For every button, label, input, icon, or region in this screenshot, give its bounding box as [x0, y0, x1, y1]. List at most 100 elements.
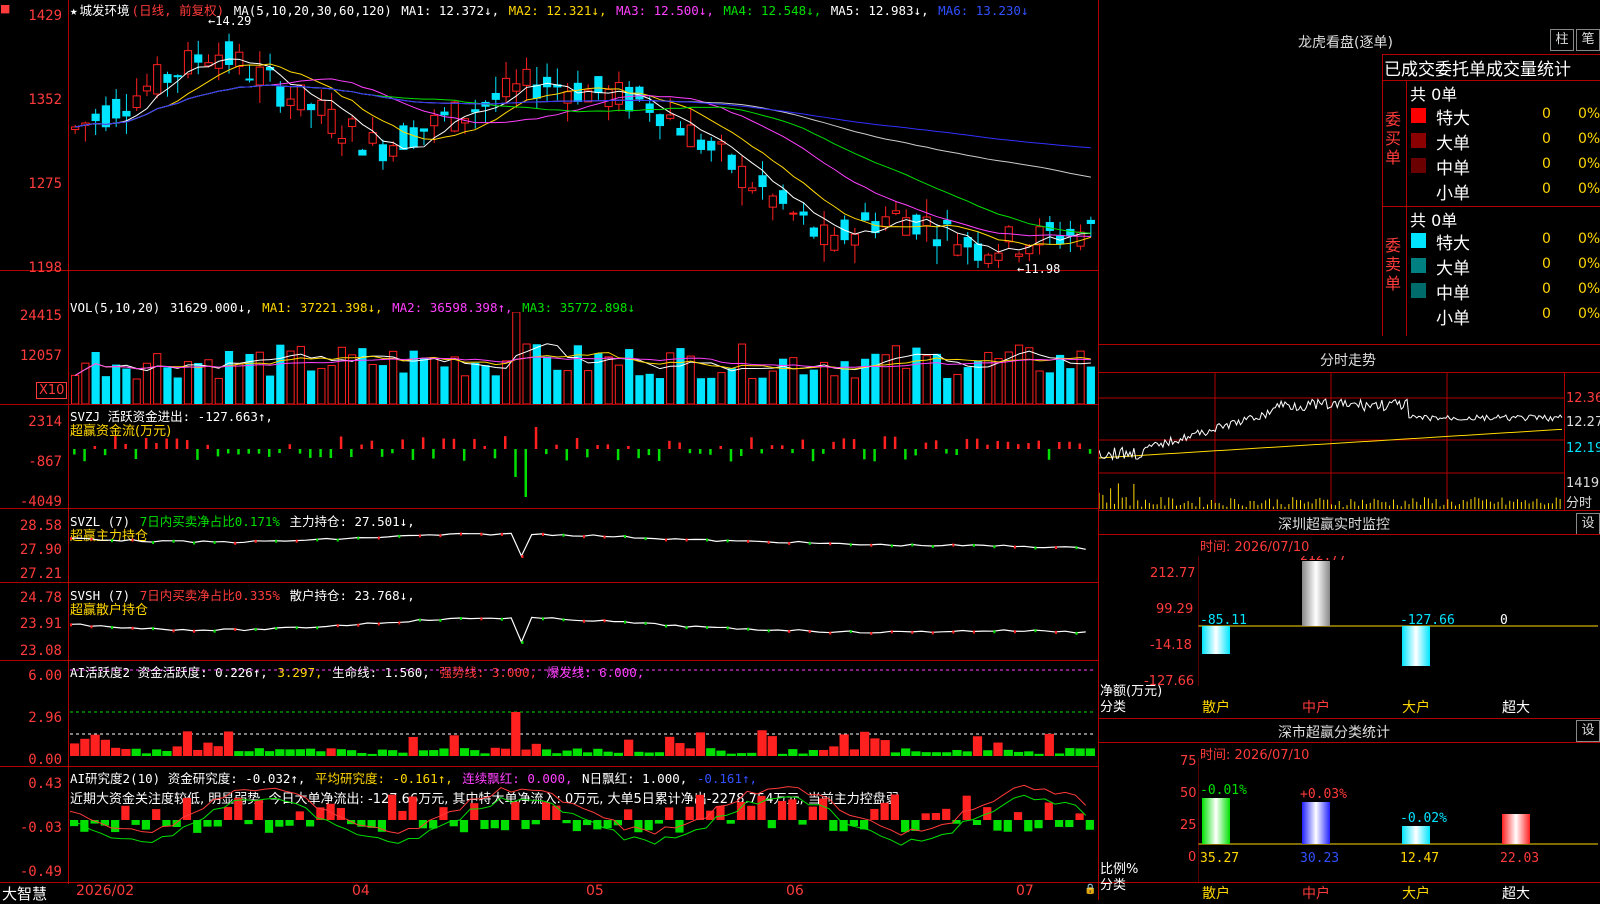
flow-bar [329, 449, 333, 459]
size-percent: 0% [1578, 281, 1600, 297]
ai1-y-label: 0.00 [28, 752, 62, 768]
holding-tick [254, 539, 257, 543]
monitor-bar-chart[interactable]: -85.11 212.77 -127.66 0 [1198, 556, 1600, 686]
flow-bar [350, 449, 353, 458]
activity-bar [993, 742, 1003, 756]
activity-bar [131, 748, 141, 756]
holding-tick [583, 619, 585, 623]
activity-bar [439, 748, 449, 756]
research-bar [275, 820, 284, 827]
ma-line [75, 84, 1091, 149]
candle-body [286, 98, 295, 106]
research-bar [388, 794, 397, 820]
research-bar [223, 806, 233, 820]
stats-category-caption: 分类 [1100, 878, 1127, 893]
flow-bar [206, 444, 209, 449]
sell-side-label: 委卖单 [1385, 236, 1402, 293]
flow-bar [627, 445, 630, 449]
holding-tick [193, 541, 196, 545]
size-swatch [1411, 183, 1426, 198]
ai1-activity-chart[interactable] [70, 662, 1096, 764]
volume-bar [994, 358, 1003, 404]
volume-bar [604, 356, 613, 404]
stats-settings-button[interactable]: 设 [1576, 720, 1600, 742]
intraday-chart[interactable] [1099, 373, 1564, 509]
activity-bar [295, 749, 305, 756]
volume-bar [430, 357, 439, 404]
candle-body [799, 211, 808, 216]
flow-bar [432, 449, 435, 459]
x-axis-label: 2026/02 [76, 883, 135, 899]
flow-bar [493, 449, 497, 459]
stats-bar [1402, 826, 1430, 844]
activity-bar [654, 752, 665, 756]
bar-view-button[interactable]: 柱 [1550, 29, 1574, 51]
svzj-flow-chart[interactable] [70, 406, 1096, 506]
volume-bar [820, 361, 829, 404]
svzj-y-label: 2314 [28, 414, 62, 430]
volume-bar [1055, 354, 1065, 404]
holding-tick [767, 540, 770, 544]
flow-bar [945, 449, 948, 454]
monitor-settings-button[interactable]: 设 [1576, 513, 1600, 535]
flow-bar [739, 449, 743, 457]
activity-bar [531, 743, 541, 756]
svzl-holding-line[interactable] [70, 510, 1096, 580]
holding-tick [685, 626, 688, 630]
stats-bar-chart[interactable]: -0.01% +0.03% -0.02% 35.27 30.23 12.47 22.03 [1198, 758, 1600, 882]
research-bar [1024, 820, 1033, 832]
ai2-research-chart[interactable] [70, 768, 1096, 882]
activity-bar [193, 749, 203, 756]
svsh-holding-line[interactable] [70, 584, 1096, 658]
candle-body [922, 216, 931, 227]
volume-bar [101, 376, 111, 404]
holding-tick [418, 534, 421, 538]
activity-bar [162, 751, 172, 756]
stats-category: 大户 [1402, 886, 1430, 902]
flow-bar [144, 437, 148, 449]
holding-tick [70, 536, 72, 540]
holding-tick [972, 543, 975, 547]
activity-bar [70, 743, 80, 756]
research-bar [942, 808, 951, 820]
volume-bar [799, 374, 808, 404]
activity-bar [80, 738, 90, 756]
flow-bar [729, 449, 733, 462]
activity-bar [839, 734, 849, 756]
volume-bar [542, 356, 552, 404]
size-swatch [1411, 308, 1426, 323]
monitor-y-label: -14.18 [1150, 638, 1192, 653]
intraday-y-label: 12.27 [1566, 415, 1600, 430]
volume-bar [953, 373, 962, 404]
activity-bar [418, 750, 429, 756]
size-value: 0 [1542, 231, 1551, 247]
flow-bar [401, 439, 404, 449]
activity-bar [449, 735, 459, 756]
tick-view-button[interactable]: 笔 [1576, 29, 1600, 51]
intraday-y-label: 12.36 [1566, 391, 1600, 406]
activity-bar [952, 749, 962, 756]
flow-bar [391, 449, 394, 454]
flow-bar [678, 442, 681, 449]
volume-bar [1035, 370, 1044, 404]
size-name: 大单 [1436, 134, 1470, 154]
holding-tick [316, 538, 319, 542]
activity-bar [541, 749, 552, 756]
research-bar [829, 820, 838, 831]
candlestick-chart[interactable] [70, 16, 1096, 268]
activity-bar [408, 736, 418, 756]
holding-tick [829, 542, 832, 546]
holding-tick [254, 627, 257, 631]
flow-bar [114, 436, 117, 449]
ma-line [75, 78, 1091, 237]
flow-bar [298, 449, 302, 454]
research-bar [521, 820, 530, 830]
stats-value-label: 12.47 [1400, 851, 1439, 866]
holding-tick [213, 540, 216, 544]
activity-bar [244, 751, 254, 756]
volume-chart[interactable] [70, 312, 1096, 404]
lock-icon[interactable]: 🔒 [1084, 884, 1096, 895]
candle-body [542, 76, 552, 88]
stats-y-label: 75 [1180, 754, 1197, 769]
research-bar [634, 820, 643, 833]
